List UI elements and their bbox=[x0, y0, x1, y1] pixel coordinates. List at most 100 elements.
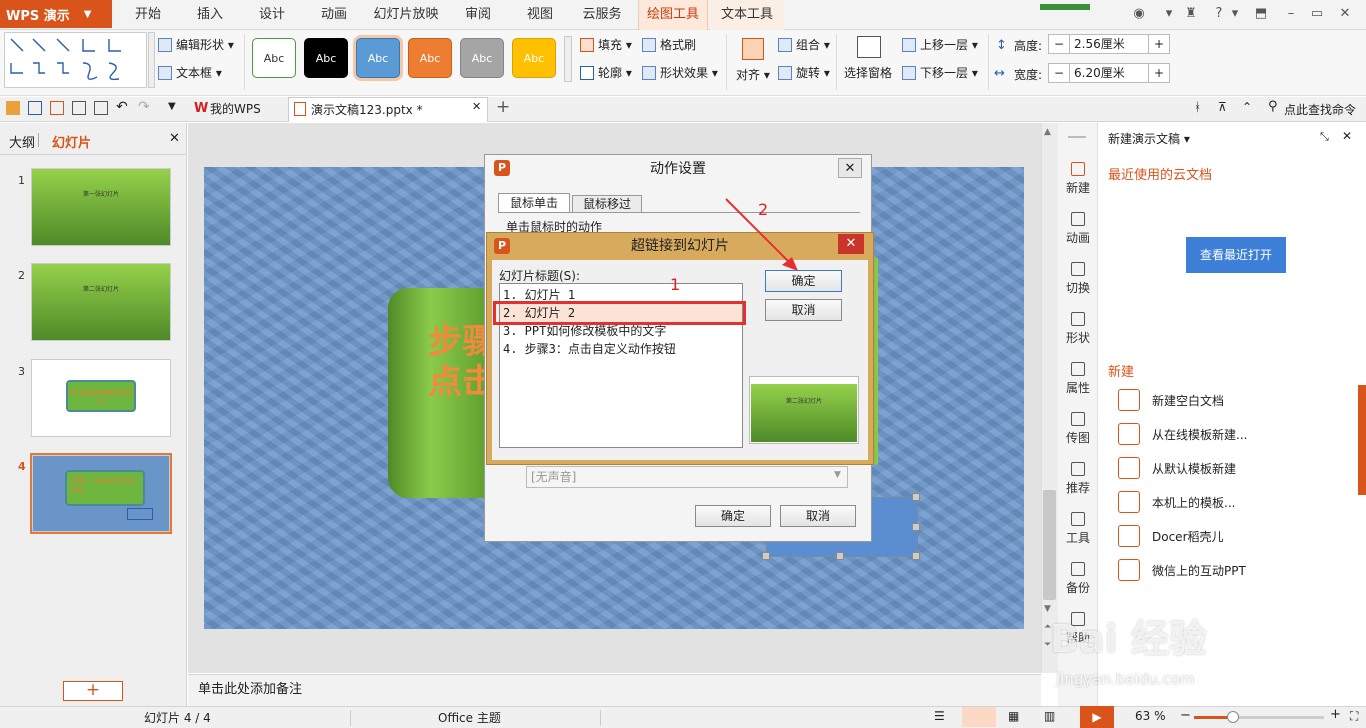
tab-slides[interactable]: 幻灯片 bbox=[52, 132, 91, 151]
pane-float-icon[interactable]: ⤡ bbox=[1320, 130, 1329, 144]
task-pane-upload-image-button[interactable]: 传图 bbox=[1061, 412, 1095, 446]
print-icon[interactable] bbox=[72, 101, 86, 115]
task-pane-transition-button[interactable]: 切换 bbox=[1061, 262, 1095, 296]
selection-pane-button[interactable]: 选择窗格 bbox=[844, 64, 892, 81]
pin-icon[interactable]: ⊼ bbox=[1218, 100, 1227, 114]
task-pane-recommend-button[interactable]: 推荐 bbox=[1061, 462, 1095, 496]
menu-drawing-tools[interactable]: 绘图工具 bbox=[638, 0, 708, 30]
app-logo-button[interactable]: WPS 演示 ▼ bbox=[0, 0, 112, 28]
collapse-ribbon-icon[interactable]: ⌃ bbox=[1242, 100, 1252, 114]
tab-outline[interactable]: 大纲 bbox=[9, 132, 35, 151]
command-search[interactable]: 点此查找命令 bbox=[1284, 101, 1356, 118]
height-increase-button[interactable]: + bbox=[1148, 34, 1170, 54]
menu-cloud[interactable]: 云服务 bbox=[574, 0, 630, 30]
align-button[interactable]: 对齐 ▾ bbox=[736, 66, 770, 83]
undo-icon[interactable]: ↶ bbox=[116, 99, 128, 115]
shape-style-swatch-1[interactable]: Abc bbox=[252, 38, 296, 78]
task-pane-local-template-item[interactable]: 本机上的模板... bbox=[1118, 490, 1235, 514]
sorter-view-icon[interactable]: ▦ bbox=[1008, 709, 1019, 723]
tool-icon[interactable]: ᚼ bbox=[1194, 100, 1201, 114]
fit-window-icon[interactable]: ⛶ bbox=[1350, 709, 1358, 724]
task-pane-backup-button[interactable]: 备份 bbox=[1061, 562, 1095, 596]
shape-style-swatch-2[interactable]: Abc bbox=[304, 38, 348, 78]
notes-area[interactable]: 单击此处添加备注 bbox=[188, 674, 1041, 706]
zoom-out-button[interactable]: − bbox=[1180, 708, 1191, 723]
task-pane-docer-item[interactable]: Docer稻壳儿 bbox=[1118, 524, 1224, 548]
shape-style-swatch-5[interactable]: Abc bbox=[460, 38, 504, 78]
export-pdf-icon[interactable] bbox=[50, 101, 64, 115]
slide-thumbnail-4[interactable]: 步骤3：点击自定义动作按钮 bbox=[32, 455, 170, 532]
hyperlink-cancel-button[interactable]: 取消 bbox=[765, 299, 842, 321]
task-pane-new-blank-item[interactable]: 新建空白文档 bbox=[1118, 388, 1224, 412]
tab-mouse-over[interactable]: 鼠标移过 bbox=[572, 195, 642, 213]
width-increase-button[interactable]: + bbox=[1148, 63, 1170, 83]
shirt-icon[interactable]: ♜ bbox=[1182, 6, 1200, 24]
width-input[interactable]: 6.20厘米 bbox=[1069, 63, 1149, 83]
customize-icon[interactable]: ▼ bbox=[168, 101, 176, 112]
menu-animation[interactable]: 动画 bbox=[306, 0, 362, 30]
minimize-icon[interactable]: – bbox=[1282, 6, 1300, 24]
tab-mouse-click[interactable]: 鼠标单击 bbox=[498, 193, 570, 213]
panel-close-icon[interactable]: ✕ bbox=[169, 131, 180, 146]
resize-handle[interactable] bbox=[836, 552, 844, 560]
action-ok-button[interactable]: 确定 bbox=[695, 505, 771, 527]
task-pane-new-button[interactable]: 新建 bbox=[1061, 162, 1095, 196]
group-button[interactable]: 组合 ▾ bbox=[778, 36, 830, 53]
zoom-slider-thumb[interactable] bbox=[1227, 711, 1239, 723]
task-pane-title[interactable]: 新建演示文稿 ▾ bbox=[1108, 130, 1190, 147]
sound-select[interactable]: [无声音] bbox=[526, 466, 848, 488]
normal-view-button[interactable] bbox=[962, 707, 996, 727]
action-dialog-close-button[interactable]: ✕ bbox=[838, 158, 862, 178]
shape-style-swatch-3[interactable]: Abc bbox=[356, 38, 400, 78]
hyperlink-dialog-close-button[interactable]: ✕ bbox=[838, 234, 864, 254]
width-decrease-button[interactable]: − bbox=[1048, 63, 1070, 83]
outline-button[interactable]: 轮廓 ▾ bbox=[580, 64, 632, 81]
menu-down-icon[interactable]: ▾ bbox=[1160, 6, 1178, 24]
fill-button[interactable]: 填充 ▾ bbox=[580, 36, 632, 53]
task-pane-default-template-item[interactable]: 从默认模板新建 bbox=[1118, 456, 1236, 480]
task-pane-wechat-ppt-item[interactable]: 微信上的互动PPT bbox=[1118, 558, 1246, 582]
tab-document[interactable]: 演示文稿123.pptx * bbox=[288, 97, 488, 122]
menu-text-tools[interactable]: 文本工具 bbox=[710, 0, 784, 30]
redo-icon[interactable]: ↷ bbox=[138, 99, 150, 115]
skin-icon[interactable]: ◉ bbox=[1130, 6, 1148, 24]
resize-handle[interactable] bbox=[762, 552, 770, 560]
task-pane-tools-button[interactable]: 工具 bbox=[1061, 512, 1095, 546]
resize-handle[interactable] bbox=[912, 523, 920, 531]
slide-thumbnail-1[interactable]: 第一张幻灯片 bbox=[31, 168, 171, 246]
new-tab-icon[interactable]: + bbox=[496, 97, 510, 117]
menu-review[interactable]: 审阅 bbox=[450, 0, 506, 30]
height-input[interactable]: 2.56厘米 bbox=[1069, 34, 1149, 54]
menu-slideshow[interactable]: 幻灯片放映 bbox=[368, 0, 444, 30]
height-decrease-button[interactable]: − bbox=[1048, 34, 1070, 54]
save-icon[interactable] bbox=[28, 101, 42, 115]
menu-insert[interactable]: 插入 bbox=[182, 0, 238, 30]
shape-gallery[interactable] bbox=[4, 32, 147, 88]
pane-close-icon[interactable]: ✕ bbox=[1342, 129, 1352, 143]
scrollbar-thumb[interactable] bbox=[1043, 490, 1056, 600]
settings-down-icon[interactable]: ▾ bbox=[1226, 6, 1244, 24]
rotate-button[interactable]: 旋转 ▾ bbox=[778, 64, 830, 81]
zoom-in-button[interactable]: + bbox=[1330, 707, 1341, 722]
resize-handle[interactable] bbox=[912, 552, 920, 560]
task-pane-animation-button[interactable]: 动画 bbox=[1061, 212, 1095, 246]
send-backward-button[interactable]: 下移一层 ▾ bbox=[902, 64, 978, 81]
task-pane-shape-button[interactable]: 形状 bbox=[1061, 312, 1095, 346]
view-recent-button[interactable]: 查看最近打开 bbox=[1186, 237, 1286, 273]
notes-toggle-icon[interactable]: ☰ bbox=[934, 709, 945, 723]
restore-ribbon-icon[interactable]: ⬒ bbox=[1252, 6, 1270, 24]
task-pane-online-template-item[interactable]: 从在线模板新建... bbox=[1118, 422, 1247, 446]
play-slideshow-button[interactable]: ▶ bbox=[1080, 706, 1114, 728]
scroll-up-icon[interactable]: ▲ bbox=[1044, 127, 1051, 137]
menu-design[interactable]: 设计 bbox=[244, 0, 300, 30]
maximize-icon[interactable]: ▭ bbox=[1308, 6, 1326, 24]
format-brush-button[interactable]: 格式刷 bbox=[642, 36, 696, 53]
zoom-level[interactable]: 63 % bbox=[1135, 709, 1166, 723]
tab-close-icon[interactable]: ✕ bbox=[472, 100, 481, 113]
close-icon[interactable]: ✕ bbox=[1336, 6, 1354, 24]
reading-view-icon[interactable]: ▥ bbox=[1044, 709, 1055, 723]
shape-style-swatch-4[interactable]: Abc bbox=[408, 38, 452, 78]
shape-style-swatch-6[interactable]: Abc bbox=[512, 38, 556, 78]
slide-thumbnail-2[interactable]: 第二张幻灯片 bbox=[31, 263, 171, 341]
action-cancel-button[interactable]: 取消 bbox=[780, 505, 856, 527]
